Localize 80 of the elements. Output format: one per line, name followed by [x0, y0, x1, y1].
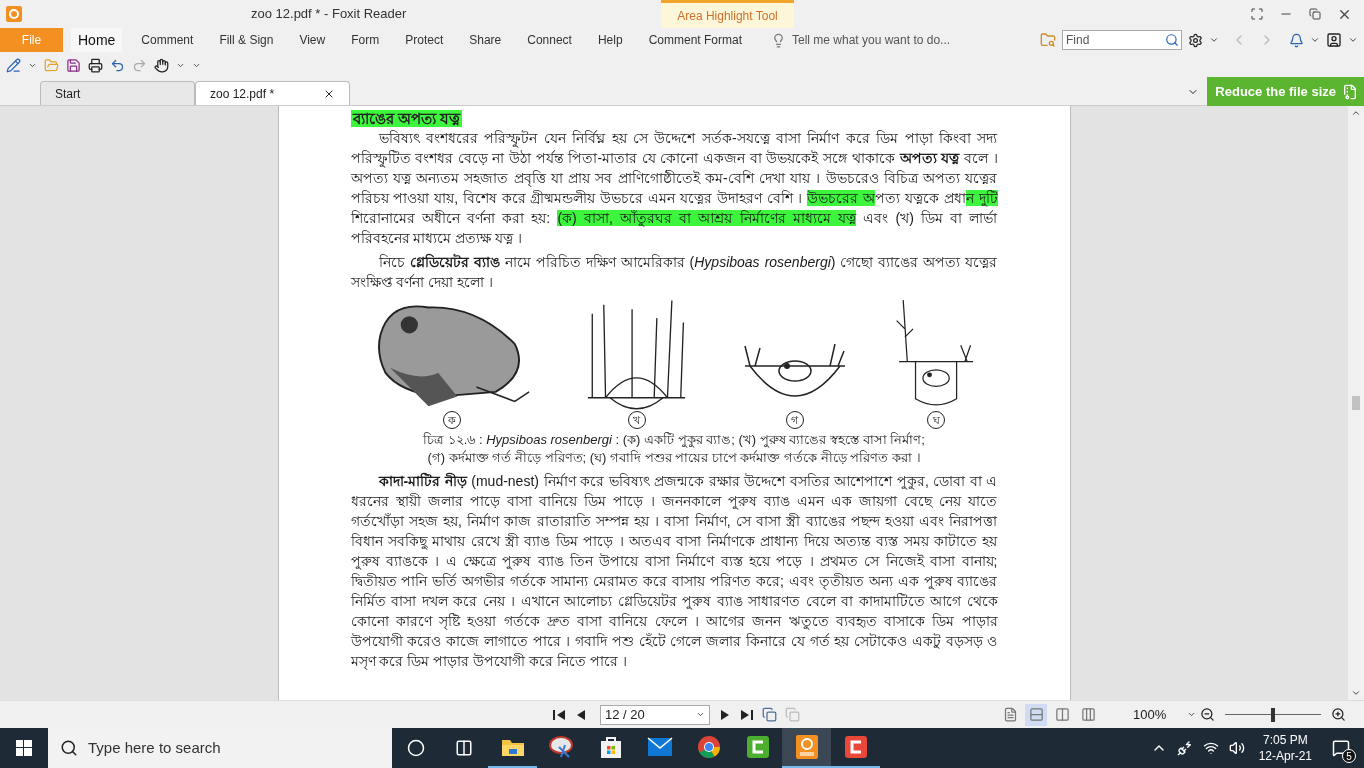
caret-icon[interactable] — [1348, 35, 1358, 45]
scroll-up-icon[interactable] — [1351, 108, 1361, 118]
vertical-scrollbar[interactable] — [1348, 106, 1364, 700]
cortana-icon[interactable] — [407, 739, 425, 757]
lightbulb-icon — [771, 32, 786, 48]
c-logo-icon[interactable] — [745, 735, 770, 759]
zoom-out-icon[interactable] — [1200, 707, 1215, 722]
scroll-down-icon[interactable] — [1351, 688, 1361, 698]
scissors-icon[interactable] — [548, 735, 575, 759]
find-field[interactable]: Find — [1063, 31, 1165, 49]
view-mode-button[interactable] — [1025, 703, 1047, 726]
mail-icon[interactable] — [646, 737, 673, 757]
last-page-icon[interactable] — [740, 707, 754, 722]
zoom-level: 100% — [1133, 705, 1168, 724]
hand-icon[interactable] — [154, 57, 169, 73]
ribbon-tab[interactable]: Form — [344, 28, 387, 52]
slider-thumb[interactable] — [1271, 707, 1275, 722]
ribbon-tab[interactable]: Comment — [134, 28, 201, 52]
user-icon[interactable] — [1326, 32, 1342, 48]
settings-icon[interactable] — [1188, 32, 1203, 48]
c-logo-icon[interactable] — [843, 735, 868, 759]
ribbon-tab[interactable]: Connect — [520, 28, 579, 52]
caret-icon[interactable] — [696, 710, 705, 719]
ribbon-tab[interactable]: Share — [462, 28, 509, 52]
app-logo-icon — [6, 6, 22, 22]
undo-icon[interactable] — [110, 57, 125, 73]
ribbon-tab[interactable]: Comment Format — [641, 28, 749, 52]
page-layout-icon — [1054, 707, 1070, 722]
page-number-field[interactable]: 12 / 20 — [600, 704, 710, 725]
document-tab[interactable]: Start — [40, 81, 195, 105]
page-layout-icon — [1028, 707, 1044, 722]
restore-icon[interactable] — [1309, 8, 1321, 20]
ribbon-tab[interactable]: View — [292, 28, 333, 52]
bell-icon[interactable] — [1289, 32, 1304, 48]
notifications-button[interactable]: 5 — [1326, 733, 1356, 763]
scrollbar-thumb[interactable] — [1352, 396, 1360, 410]
find-box[interactable]: Find — [1062, 30, 1182, 50]
page-view-icon[interactable] — [762, 707, 777, 722]
power-icon[interactable] — [1176, 740, 1193, 756]
caret-icon[interactable] — [1310, 35, 1320, 45]
document-tab[interactable]: zoo 12.pdf * — [195, 81, 350, 105]
caret-icon[interactable] — [1187, 710, 1196, 719]
wifi-icon[interactable] — [1202, 740, 1219, 756]
zoom-in-icon[interactable] — [1331, 707, 1346, 722]
save-icon[interactable] — [66, 57, 81, 73]
figure-caption: চিত্র ১২.৬ : Hypsiboas rosenbergi : (ক) একটি পুকুর ব্যাঙ; (খ) পুরুষ ব্যাঙের স্বহস্তে বাসা নির্মাণ; — [423, 431, 925, 449]
taskbar-search-field[interactable]: Type here to search — [88, 736, 380, 760]
zip-file-icon — [1342, 83, 1358, 100]
ribbon-tab[interactable]: Protect — [398, 28, 451, 52]
first-page-icon[interactable] — [552, 707, 566, 722]
clock-date: 12-Apr-21 — [1258, 748, 1312, 764]
ribbon-tab[interactable]: Home — [71, 28, 123, 52]
folder-search-icon[interactable] — [1040, 32, 1056, 48]
figure-caption: (গ) কর্দমাক্ত গর্ত নীড়ে পরিণত; (ঘ) গবাদি পশুর পায়ের চাপে কর্দমাক্ত গর্তকে নীড়ে পরিণত করা । — [427, 449, 921, 467]
zoom-slider[interactable] — [1225, 707, 1321, 722]
fullscreen-icon[interactable] — [1251, 8, 1263, 20]
ribbon-tab[interactable]: Fill & Sign — [212, 28, 281, 52]
chrome-icon[interactable] — [696, 735, 721, 759]
printer-icon[interactable] — [88, 57, 103, 73]
pdf-logo-icon[interactable] — [794, 734, 819, 760]
volume-icon[interactable] — [1228, 740, 1245, 756]
page-layout-icon — [1002, 707, 1018, 722]
search-icon[interactable] — [1165, 33, 1179, 47]
pencil-icon[interactable] — [6, 57, 21, 73]
highlighted-heading: ব্যাঙের অপত্য যত্ন — [350, 110, 462, 127]
ribbon-tab[interactable]: Help — [590, 28, 630, 52]
shopping-bag-icon[interactable] — [599, 735, 622, 759]
paragraph: নিচে গ্লেডিয়েটর ব্যাঙ নামে পরিচিত দক্ষিণ আমেরিকার (Hypsiboas rosenbergi) গেছো ব্যাঙের অপত্য যত্নের সংক্ষিপ্ত বর্ণনা দেয়া হলো । — [350, 252, 998, 292]
paragraph: কাদা-মাটির নীড় (mud-nest) নির্মাণ করে ভবিষ্যৎ প্রজন্মকে রক্ষার উদ্দেশে বসতির আশেপাশে পুকুর, ডোবা বা এ ধরনের স্থায়ী জলার পাড়ে বাসা বানিয়ে ডিম পাড়ে । জননকালে পুরুষ ব্যাঙ এমন এক জায়গা বেছে নেয় যাতে গর্তখোঁড়া সহজ হয়, নির্মাণ কাজ রাতারাতি সম্পন্ন হয় । বাসা নির্মাণ, সে বাসা স্ত্রী ব্যাঙের পছন্দ হওয়া এবং নিরাপত্তা বিধান সবকিছু মাথায় রেখে স্ত্রী ব্যাঙ ডিম পাড়ে । অতএব বাসা নির্মাণকে প্রাধান্য দিয়ে অত্যন্ত ব্যস্ত সময় কাটাতে হয় পুরুষ ব্যাঙকে । এ ক্ষেত্রে পুরুষ ব্যাঙ তিন উপায়ে বাসা নির্মাণে ব্যস্ত হয়ে পড়ে । প্রথমত সে নিজেই বাসা বানায়; দ্বিতীয়ত পানি ভর্তি অগভীর গর্তকে সামান্য মেরামত করে বাসায় পরিণত করে; এবং তৃতীয়ত অন্য এক পুরুষ ব্যাঙের নির্মিত বাসা দখল করে নেয় । এখানে আলোচ্য গ্লেডিয়েটর পুরুষ ব্যাঙ সাধারণত বেলে বা কাদামাটিতে আগে থেকে কোনো কারণে সৃষ্টি হওয়া গর্তকে দ্রুত বাসা বানিয়ে ফেলে । আগের জনন ঋতুতে ব্যবহৃত বাসাকে ডিম পাড়ার উপযোগী করেও কাজে লাগাতে পারে । গবাদি পশু হেঁটে গেলে জলার কিনারে যে গর্ত হয় সেটাকেও একটু বড়সড় ও মসৃণ করে ডিম পাড়ার উপযোগী করে নিতে পারে । — [350, 471, 998, 671]
taskbar-app[interactable] — [782, 728, 831, 768]
task-view-icon[interactable] — [455, 739, 473, 757]
caret-icon[interactable] — [1209, 35, 1219, 45]
window-title: zoo 12.pdf * - Foxit Reader — [251, 5, 407, 24]
page-layout-icon — [1080, 707, 1096, 722]
context-tab-header: Area Highlight Tool — [661, 0, 794, 28]
taskbar-search-box[interactable]: Type here to search — [48, 728, 392, 768]
search-icon — [60, 739, 78, 757]
clock-time: 7:05 PM — [1262, 732, 1308, 748]
tell-me-field[interactable]: Tell me what you want to do... — [792, 31, 992, 49]
notification-count: 5 — [1342, 749, 1356, 763]
